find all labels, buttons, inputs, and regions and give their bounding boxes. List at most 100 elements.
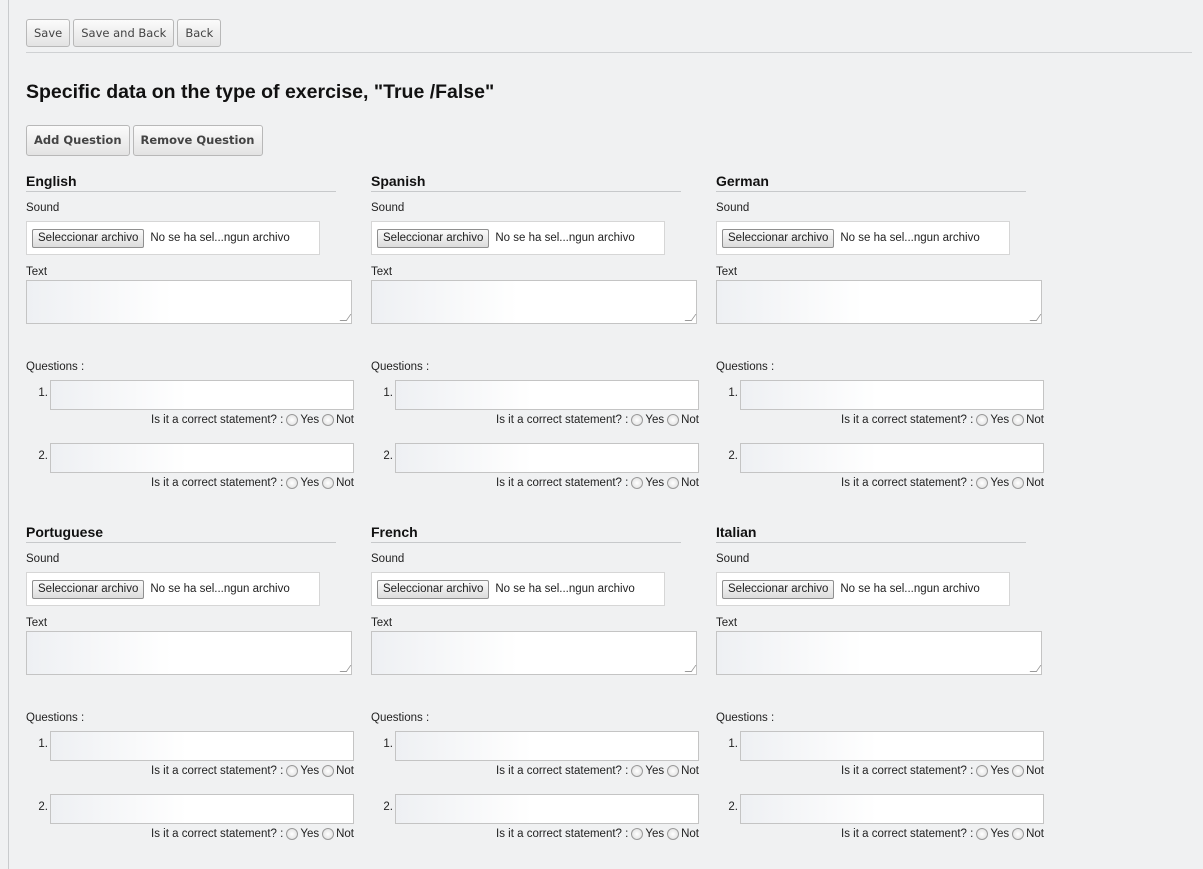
select-file-button[interactable]: Seleccionar archivo [32,228,145,248]
question-input[interactable] [395,443,699,473]
statement-row: Is it a correct statement? : Yes Not [496,477,699,489]
questions-label: Questions : [716,712,775,724]
save-button[interactable]: Save [26,19,71,47]
yes-radio[interactable] [976,477,989,489]
language-heading: English [26,172,336,192]
text-area[interactable] [26,280,352,324]
yes-label: Yes [990,765,1010,777]
not-radio[interactable] [667,414,680,426]
question-number: 1. [728,738,738,750]
question-input[interactable] [395,794,699,824]
yes-label: Yes [990,414,1010,426]
file-status: No se ha sel...ngun archivo [840,232,980,244]
question-input[interactable] [395,731,699,761]
not-label: Not [336,828,354,840]
questions-label: Questions : [716,361,775,373]
yes-radio[interactable] [286,477,299,489]
text-area[interactable] [371,280,697,324]
question-number: 1. [38,387,48,399]
text-area[interactable] [371,631,697,675]
text-area[interactable] [716,280,1042,324]
question-input[interactable] [50,731,354,761]
not-radio[interactable] [1012,414,1025,426]
language-section-german: German Sound Seleccionar archivo No se h… [716,172,1050,489]
sound-label: Sound [26,202,60,214]
text-area[interactable] [716,631,1042,675]
yes-radio[interactable] [286,828,299,840]
page-title: Specific data on the type of exercise, "… [26,81,495,103]
add-question-button[interactable]: Add Question [26,125,130,156]
question-input[interactable] [740,794,1044,824]
sound-label: Sound [716,202,750,214]
not-radio[interactable] [1012,765,1025,777]
select-file-button[interactable]: Seleccionar archivo [377,579,490,599]
question-input[interactable] [50,443,354,473]
file-status: No se ha sel...ngun archivo [150,583,290,595]
language-section-portuguese: Portuguese Sound Seleccionar archivo No … [26,523,360,840]
statement-row: Is it a correct statement? : Yes Not [841,477,1044,489]
yes-label: Yes [645,828,665,840]
question-number: 1. [383,387,393,399]
question-input[interactable] [50,380,354,410]
not-radio[interactable] [667,828,680,840]
save-and-back-button[interactable]: Save and Back [73,19,175,47]
statement-label: Is it a correct statement? : [841,828,974,840]
yes-radio[interactable] [631,765,644,777]
language-section-italian: Italian Sound Seleccionar archivo No se … [716,523,1050,840]
question-number: 2. [38,450,48,462]
select-file-button[interactable]: Seleccionar archivo [377,228,490,248]
select-file-button[interactable]: Seleccionar archivo [32,579,145,599]
not-radio[interactable] [1012,477,1025,489]
yes-radio[interactable] [631,828,644,840]
not-radio[interactable] [322,477,335,489]
statement-label: Is it a correct statement? : [151,414,284,426]
question-input[interactable] [740,731,1044,761]
yes-radio[interactable] [976,828,989,840]
yes-radio[interactable] [286,765,299,777]
yes-radio[interactable] [631,414,644,426]
yes-radio[interactable] [631,477,644,489]
not-label: Not [1026,765,1044,777]
remove-question-button[interactable]: Remove Question [132,125,263,156]
language-section-english: English Sound Seleccionar archivo No se … [26,172,360,489]
yes-radio[interactable] [976,765,989,777]
not-radio[interactable] [322,765,335,777]
statement-label: Is it a correct statement? : [841,765,974,777]
statement-row: Is it a correct statement? : Yes Not [841,414,1044,426]
yes-radio[interactable] [286,414,299,426]
statement-row: Is it a correct statement? : Yes Not [496,414,699,426]
not-radio[interactable] [667,477,680,489]
language-section-spanish: Spanish Sound Seleccionar archivo No se … [371,172,705,489]
not-radio[interactable] [322,828,335,840]
select-file-button[interactable]: Seleccionar archivo [722,579,835,599]
statement-row: Is it a correct statement? : Yes Not [841,828,1044,840]
select-file-button[interactable]: Seleccionar archivo [722,228,835,248]
not-radio[interactable] [322,414,335,426]
sound-file-picker: Seleccionar archivo No se ha sel...ngun … [26,572,320,606]
yes-label: Yes [645,477,665,489]
question-number: 1. [38,738,48,750]
statement-label: Is it a correct statement? : [151,765,284,777]
not-radio[interactable] [1012,828,1025,840]
yes-radio[interactable] [976,414,989,426]
yes-label: Yes [300,765,320,777]
back-button[interactable]: Back [177,19,222,47]
file-status: No se ha sel...ngun archivo [840,583,980,595]
questions-label: Questions : [26,712,85,724]
sound-file-picker: Seleccionar archivo No se ha sel...ngun … [716,572,1010,606]
question-number: 2. [38,801,48,813]
question-number: 2. [383,450,393,462]
question-number: 2. [728,450,738,462]
question-input[interactable] [395,380,699,410]
questions-label: Questions : [371,361,430,373]
question-input[interactable] [50,794,354,824]
question-input[interactable] [740,380,1044,410]
not-label: Not [681,414,699,426]
statement-label: Is it a correct statement? : [151,477,284,489]
question-input[interactable] [740,443,1044,473]
sound-label: Sound [26,553,60,565]
text-area[interactable] [26,631,352,675]
sound-file-picker: Seleccionar archivo No se ha sel...ngun … [716,221,1010,255]
not-radio[interactable] [667,765,680,777]
language-heading: Italian [716,523,1026,543]
